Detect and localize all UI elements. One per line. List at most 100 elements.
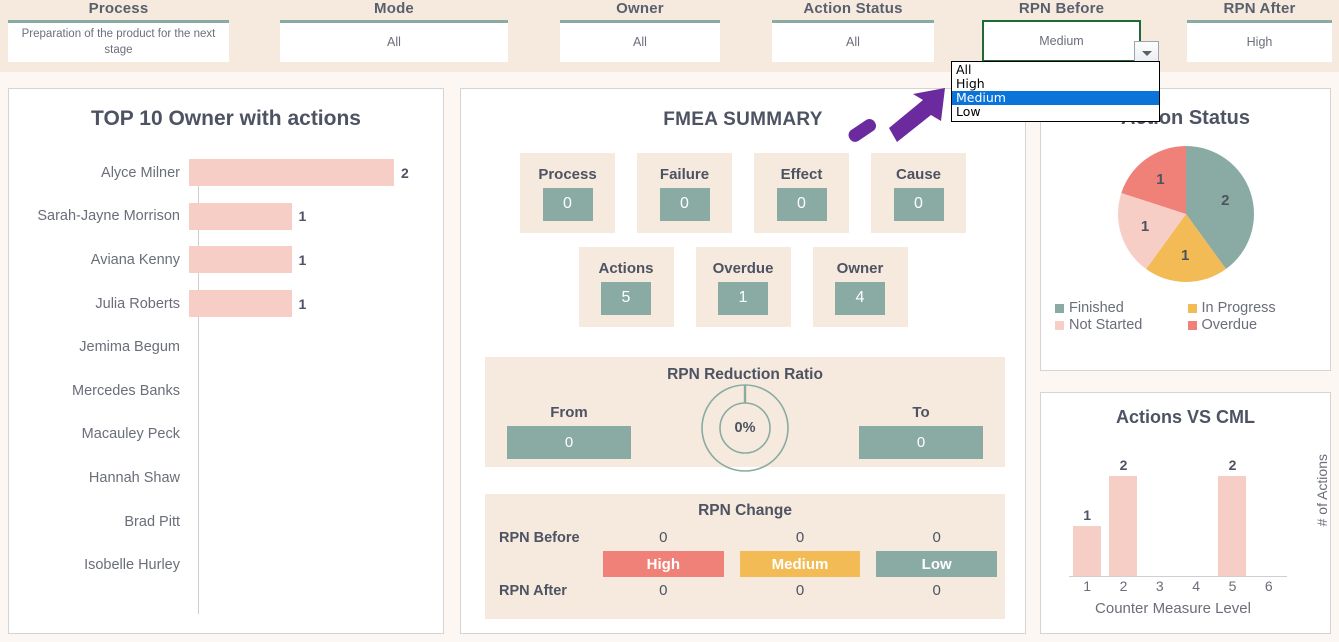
dropdown-option-low[interactable]: Low (952, 105, 1159, 119)
rpn-ratio-gauge: 0% (697, 380, 793, 476)
cml-tick-label: 2 (1119, 578, 1128, 594)
legend-swatch-icon (1055, 320, 1064, 330)
filter-rpn-before-value[interactable]: Medium (982, 20, 1141, 62)
cml-bar (1073, 526, 1102, 576)
top10-bar-track: 1 (189, 290, 445, 318)
kpi-value: 0 (893, 187, 944, 221)
kpi-value: 1 (718, 281, 768, 315)
top10-owner-panel: TOP 10 Owner with actions Alyce Milner 2 S… (8, 88, 444, 634)
filter-rpn-after-value[interactable]: High (1187, 20, 1332, 62)
fmea-summary-panel: FMEA SUMMARY Process 0 Failure 0 Effect 0 Caus… (460, 88, 1026, 634)
dropdown-option-medium[interactable]: Medium (952, 91, 1159, 105)
rpn-ratio-percent: 0% (734, 420, 756, 436)
rpn-reduction-ratio-section: RPN Reduction Ratio From 0 0% To 0 (485, 357, 1005, 472)
cml-tick-label: 1 (1083, 578, 1092, 594)
kpi-process: Process 0 (520, 153, 615, 233)
top10-owner-name: Brad Pitt (124, 513, 180, 530)
cml-bar-value: 2 (1119, 457, 1128, 473)
cml-bar-value: 1 (1083, 507, 1092, 523)
rpn-before-value: 0 (659, 529, 668, 546)
rpn-after-row-label: RPN After (499, 582, 567, 599)
legend-item-not-started[interactable]: Not Started (1055, 317, 1188, 333)
rpn-before-value: 0 (795, 529, 805, 546)
dropdown-option-all[interactable]: All (952, 63, 1159, 77)
cml-tick-label: 6 (1264, 578, 1273, 594)
kpi-label: Overdue (712, 259, 774, 277)
filter-action-status[interactable]: Action Status All (772, 0, 934, 62)
cml-chart-area: 1 2 2 1 2 3 4 5 6 Counter Measure Level # of Ac… (1041, 428, 1332, 618)
rpn-change-title: RPN Change (698, 502, 792, 519)
kpi-label: Effect (780, 165, 823, 183)
filter-process-title: Process (88, 0, 149, 17)
top10-bar-row: Mercedes Banks (9, 369, 445, 413)
top10-bar-row: Brad Pitt (9, 500, 445, 544)
top10-owner-name: Julia Roberts (95, 295, 180, 312)
pie-slice-value: 2 (1221, 191, 1230, 209)
filter-owner-value[interactable]: All (560, 20, 720, 62)
top10-owner-name: Alyce Milner (101, 164, 180, 181)
kpi-actions: Actions 5 (578, 247, 674, 327)
pie-slice-value: 1 (1156, 170, 1165, 188)
top10-owner-name: Macauley Peck (81, 426, 180, 443)
legend-item-in-progress[interactable]: In Progress (1187, 300, 1321, 316)
filter-rpn-after-title: RPN After (1223, 0, 1296, 17)
filter-mode[interactable]: Mode All (280, 0, 508, 62)
cml-column: 1 (1072, 446, 1102, 576)
kpi-cause: Cause 0 (871, 153, 966, 233)
top10-bar-row: Jemima Begum (9, 325, 445, 369)
filter-owner[interactable]: Owner All (560, 0, 720, 62)
filter-action-status-value[interactable]: All (772, 20, 934, 62)
chevron-down-icon (1141, 51, 1152, 56)
cml-bars: 1 2 2 (1069, 446, 1287, 576)
action-status-legend: Finished In Progress Not Started Overdue (1041, 296, 1330, 333)
legend-item-finished[interactable]: Finished (1055, 300, 1188, 316)
legend-item-overdue[interactable]: Overdue (1187, 317, 1321, 333)
cml-tick-label: 4 (1192, 578, 1201, 594)
top10-owner-name: Mercedes Banks (72, 382, 180, 399)
filter-rpn-before-title: RPN Before (1018, 0, 1105, 17)
top10-bar-track: 2 (189, 159, 445, 187)
filter-owner-title: Owner (616, 0, 664, 17)
rpn-change-section: RPN Change RPN Before 0 0 0 High Medium Low RPN… (485, 494, 1005, 619)
top10-bar-fill (189, 202, 292, 230)
top10-owner-name: Sarah-Jayne Morrison (37, 208, 180, 225)
filter-process-value[interactable]: Preparation of the product for the next … (8, 20, 229, 62)
top10-bar-fill (189, 290, 292, 318)
filter-process[interactable]: Process Preparation of the product for t… (8, 0, 229, 62)
kpi-label: Process (538, 165, 597, 183)
top10-bar-value: 1 (298, 208, 307, 225)
filter-action-status-title: Action Status (803, 0, 903, 17)
fmea-kpi-row-secondary: Actions 5 Overdue 1 Owner 4 (461, 247, 1025, 327)
kpi-overdue: Overdue 1 (695, 247, 791, 327)
top10-bar-row: Sarah-Jayne Morrison 1 (9, 195, 445, 239)
cml-x-axis-label: Counter Measure Level (1095, 600, 1251, 617)
top10-bar-track: 1 (189, 202, 445, 230)
rpn-ratio-to-label: To (912, 403, 930, 421)
top10-bar-row: Aviana Kenny 1 (9, 238, 445, 282)
top10-bar-value: 2 (401, 164, 409, 181)
cml-bar (1109, 476, 1138, 576)
top10-bar-row: Hannah Shaw (9, 456, 445, 500)
top10-owner-name: Hannah Shaw (88, 469, 180, 486)
rpn-band-low: Low (876, 551, 997, 577)
rpn-ratio-from: From 0 (507, 404, 631, 459)
top10-owner-name: Jemima Begum (79, 339, 180, 356)
legend-label: Finished (1069, 300, 1124, 316)
kpi-value: 5 (601, 281, 651, 315)
top10-bar-fill (189, 159, 394, 187)
dropdown-option-high[interactable]: High (952, 77, 1159, 91)
rpn-band-medium: Medium (739, 551, 861, 577)
rpn-ratio-from-value: 0 (507, 425, 631, 459)
cml-tick-label: 5 (1228, 578, 1237, 594)
rpn-before-dropdown-list[interactable]: All High Medium Low (951, 61, 1160, 122)
top10-bar-value: 1 (298, 251, 307, 268)
legend-label: Overdue (1201, 317, 1258, 333)
cml-y-axis-label: # of Actions (1314, 454, 1330, 527)
top10-bar-row: Macauley Peck (9, 413, 445, 457)
filter-mode-value[interactable]: All (280, 20, 508, 62)
pie-slice-value: 1 (1140, 218, 1150, 236)
filter-rpn-after[interactable]: RPN After High (1187, 0, 1332, 62)
action-status-panel: Action Status 2111 Finished In Progress No… (1040, 88, 1331, 371)
top10-title: TOP 10 Owner with actions (91, 107, 361, 130)
filter-rpn-before[interactable]: RPN Before Medium (982, 0, 1141, 62)
